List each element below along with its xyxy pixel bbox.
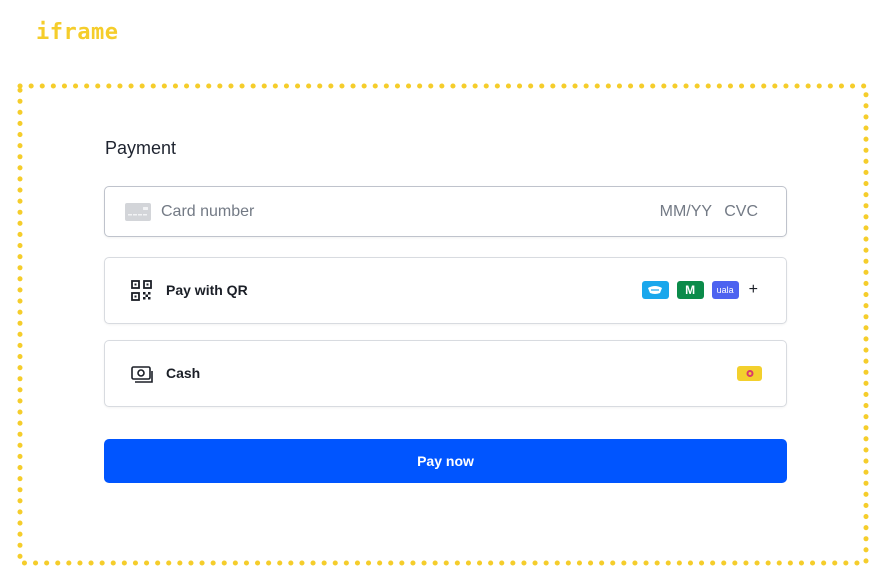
credit-card-icon (125, 203, 151, 221)
expiry-field[interactable]: MM/YY (660, 203, 712, 220)
cash-label: Cash (166, 365, 201, 381)
cvc-field[interactable]: CVC (724, 203, 758, 220)
cash-option[interactable]: Cash (104, 340, 787, 407)
mercadopago-logo: M (676, 281, 704, 299)
iframe-label: iframe (36, 20, 119, 45)
qr-wallet-badges: M uala + (634, 281, 758, 299)
pay-with-qr-label: Pay with QR (166, 282, 248, 298)
pay-with-qr-option[interactable]: Pay with QR M uala + (104, 257, 787, 324)
qr-code-icon (131, 280, 153, 302)
payment-title: Payment (105, 138, 177, 158)
wallet-logo (641, 281, 669, 299)
pay-now-button[interactable]: Pay now (104, 439, 787, 483)
cash-network-badges (729, 366, 762, 381)
cash-icon (131, 363, 153, 385)
uala-logo: uala (711, 281, 739, 299)
card-number-field[interactable]: Card number MM/YY CVC (104, 186, 787, 237)
cash-network-logo (737, 366, 762, 381)
more-wallets-indicator: + (748, 281, 758, 298)
card-number-placeholder: Card number (161, 203, 255, 220)
